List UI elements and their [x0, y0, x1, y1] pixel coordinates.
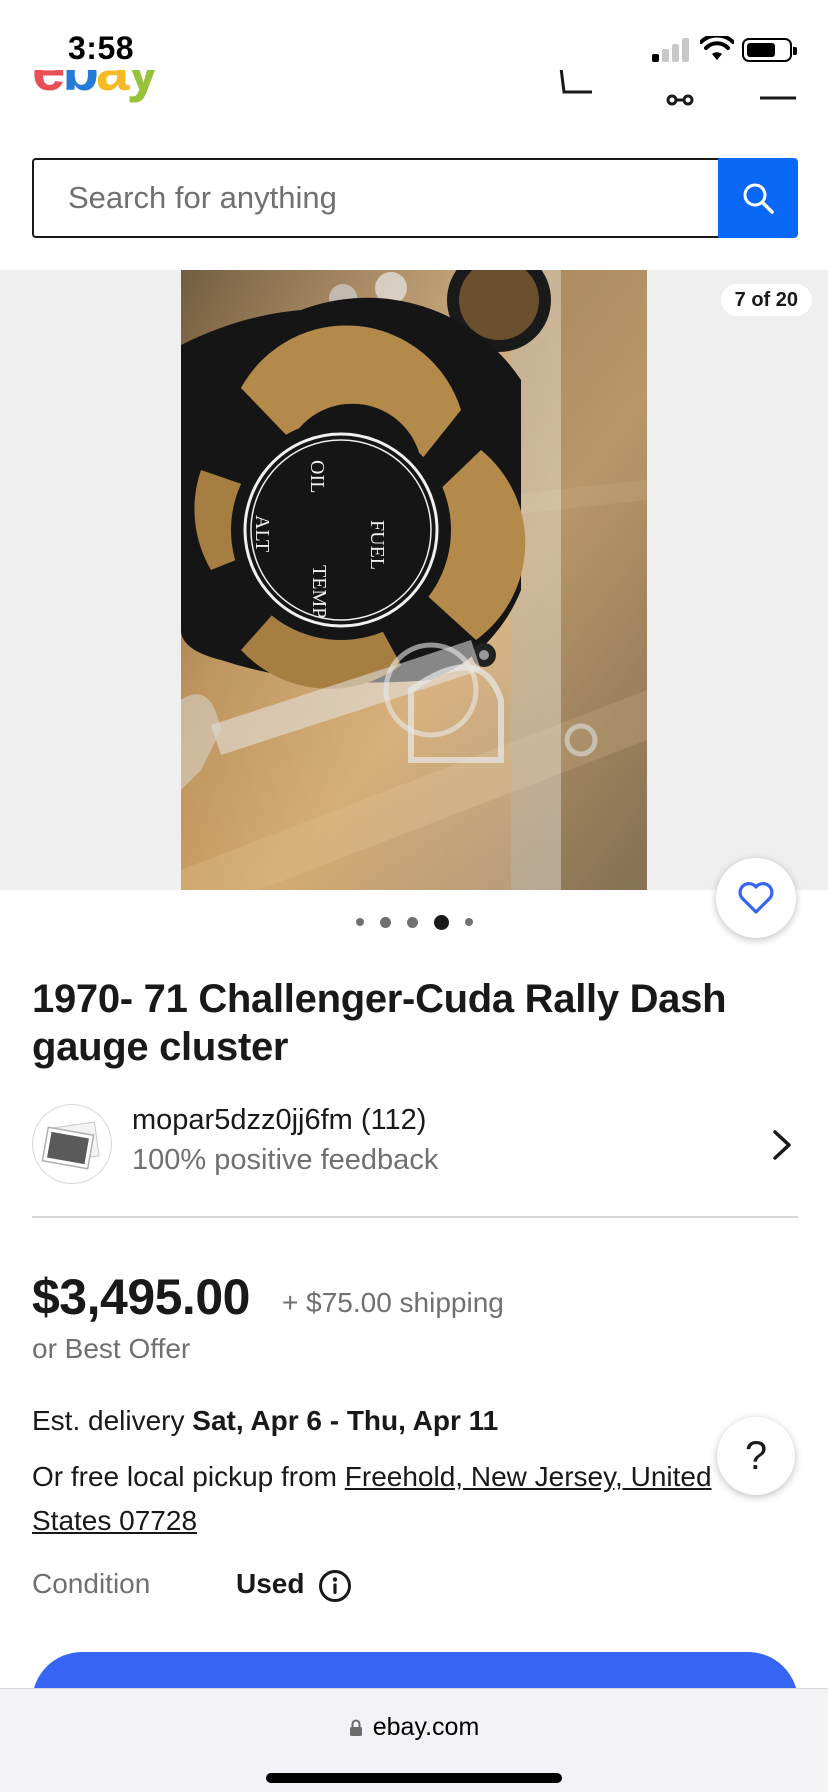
- url-display[interactable]: ebay.com: [0, 1713, 828, 1742]
- home-indicator[interactable]: [266, 1773, 562, 1783]
- search-bar: [32, 158, 798, 238]
- url-text: ebay.com: [372, 1713, 480, 1741]
- search-icon: [743, 183, 774, 214]
- search-input[interactable]: [32, 158, 720, 238]
- shipping-cost: + $75.00 shipping: [282, 1287, 504, 1318]
- site-header: ebay: [0, 70, 828, 120]
- account-icon[interactable]: [664, 70, 696, 106]
- svg-text:FUEL: FUEL: [366, 520, 388, 570]
- item-photo[interactable]: OIL FUEL ALT TEMP: [181, 270, 647, 890]
- best-offer-label: or Best Offer: [32, 1333, 191, 1364]
- help-button[interactable]: ?: [717, 1417, 795, 1495]
- cart-icon[interactable]: [556, 70, 598, 106]
- divider: [32, 1216, 798, 1218]
- svg-text:OIL: OIL: [306, 460, 328, 493]
- pickup-prefix: Or free local pickup from: [32, 1461, 345, 1492]
- gauge-cluster-photo: OIL FUEL ALT TEMP: [181, 270, 647, 890]
- battery-icon: [742, 38, 797, 62]
- search-button[interactable]: [718, 158, 798, 238]
- condition-value: Used: [236, 1568, 305, 1599]
- cellular-signal-icon: [652, 38, 692, 62]
- gallery-pagination-dots: [0, 912, 828, 932]
- item-title: 1970- 71 Challenger-Cuda Rally Dash gaug…: [32, 977, 727, 1069]
- svg-text:ALT: ALT: [251, 515, 273, 552]
- pagination-dot-active[interactable]: [433, 914, 449, 930]
- item-price: $3,495.00: [32, 1269, 250, 1325]
- pagination-dot[interactable]: [379, 916, 391, 928]
- status-time: 3:58: [68, 30, 135, 66]
- condition-label: Condition: [32, 1568, 151, 1599]
- pagination-dot[interactable]: [464, 918, 473, 926]
- image-counter: 7 of 20: [720, 284, 812, 316]
- image-gallery[interactable]: OIL FUEL ALT TEMP 7 of 20: [0, 270, 828, 890]
- info-icon[interactable]: [318, 1569, 352, 1603]
- ebay-logo[interactable]: ebay: [32, 70, 160, 100]
- wifi-icon: [700, 36, 734, 60]
- seller-avatar: [32, 1104, 112, 1184]
- seller-feedback: 100% positive feedback: [132, 1144, 439, 1176]
- heart-icon: [738, 882, 774, 914]
- photo-placeholder-icon: [41, 1121, 100, 1170]
- chevron-right-icon[interactable]: [770, 1128, 794, 1162]
- browser-address-bar[interactable]: ebay.com: [0, 1688, 828, 1792]
- pagination-dot[interactable]: [355, 918, 364, 926]
- lock-icon: [349, 1719, 362, 1736]
- seller-name[interactable]: mopar5dzz0jj6fm (112): [132, 1104, 426, 1137]
- local-pickup: Or free local pickup from Freehold, New …: [32, 1455, 732, 1543]
- delivery-label: Est. delivery: [32, 1405, 193, 1436]
- delivery-dates: Sat, Apr 6 - Thu, Apr 11: [192, 1405, 499, 1436]
- seller-info[interactable]: mopar5dzz0jj6fm (112) 100% positive feed…: [32, 1100, 798, 1184]
- menu-icon[interactable]: [758, 70, 798, 106]
- estimated-delivery: Est. delivery Sat, Apr 6 - Thu, Apr 11: [32, 1405, 498, 1437]
- svg-text:TEMP: TEMP: [308, 565, 330, 618]
- pagination-dot[interactable]: [406, 916, 418, 928]
